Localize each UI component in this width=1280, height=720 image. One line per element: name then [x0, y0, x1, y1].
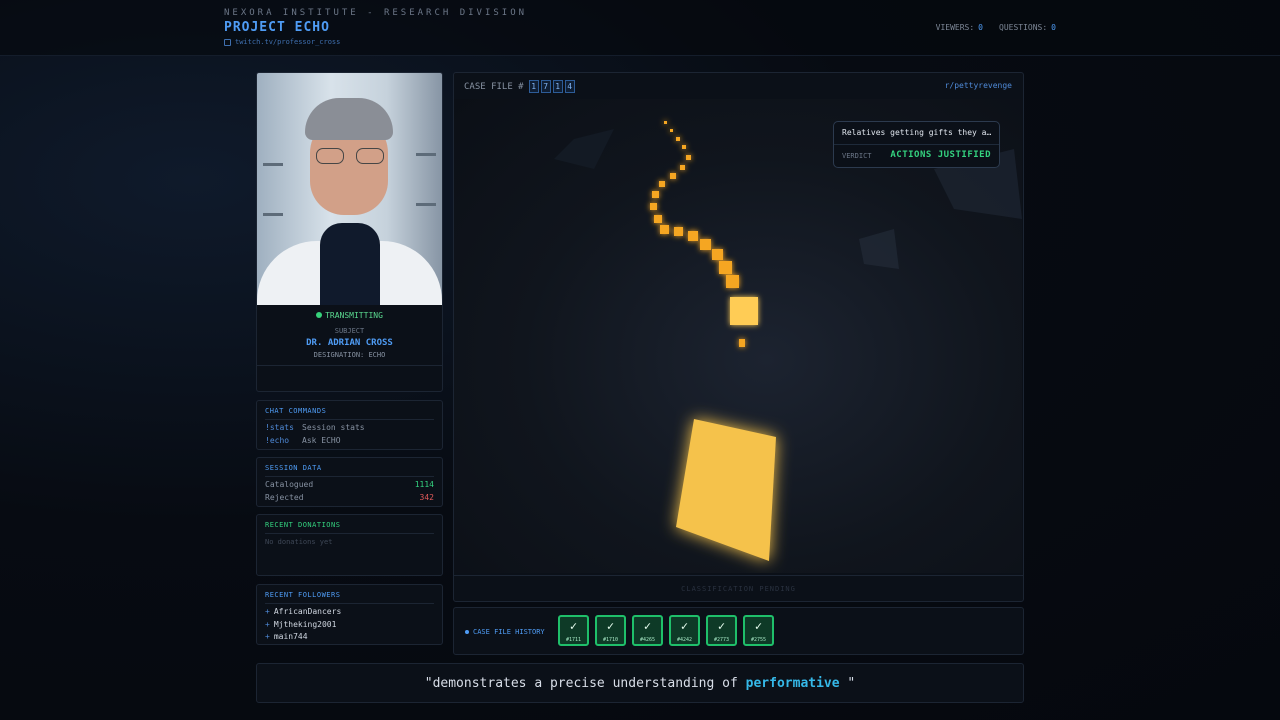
check-icon: ✓: [680, 619, 689, 633]
org-name: NEXORA INSTITUTE - RESEARCH DIVISION: [224, 8, 528, 18]
history-item[interactable]: ✓ #1711: [558, 615, 589, 646]
glasses-icon: [314, 148, 386, 164]
follower-name: main744: [273, 632, 308, 641]
catalogued-label: Catalogued: [265, 480, 314, 489]
live-dot-icon: [316, 312, 323, 318]
verdict-label: VERDICT: [842, 152, 872, 160]
questions-count: 0: [1051, 23, 1056, 32]
case-file-label: CASE FILE #: [464, 81, 524, 92]
follower-item: + Mjtheking2001: [265, 620, 337, 629]
verdict-card: Relatives getting gifts they asked for..…: [833, 121, 1000, 168]
command-name: !stats: [265, 423, 294, 432]
donations-empty: No donations yet: [265, 538, 333, 546]
catalogued-value: 1114: [414, 480, 434, 489]
history-item[interactable]: ✓ #2773: [706, 615, 737, 646]
subject-card: TRANSMITTING SUBJECT DR. ADRIAN CROSS DE…: [256, 72, 443, 392]
glowing-path-graphic: [554, 121, 1022, 561]
rejected-label: Rejected: [265, 493, 304, 502]
followers-panel: RECENT FOLLOWERS + AfricanDancers + Mjthek…: [256, 584, 443, 645]
follower-name: Mjtheking2001: [273, 620, 337, 629]
quote-text: "demonstrates a precise understanding of…: [257, 676, 1023, 691]
case-digit: 7: [540, 80, 551, 93]
verdict-value: ACTIONS JUSTIFIED: [890, 150, 991, 160]
project-title: PROJECT ECHO: [224, 20, 330, 35]
history-id: #4265: [639, 637, 656, 643]
subject-portrait: [257, 73, 442, 305]
quote-suffix: ": [839, 676, 856, 691]
command-desc: Session stats: [302, 423, 365, 432]
history-panel: CASE FILE HISTORY ✓ #1711 ✓ #1710 ✓ #4265 ✓ #42…: [453, 607, 1024, 655]
follower-name: AfricanDancers: [273, 607, 342, 616]
viewers-label: VIEWERS:: [935, 23, 975, 32]
check-icon: ✓: [606, 619, 615, 633]
quote-panel: "demonstrates a precise understanding of…: [256, 663, 1024, 703]
command-desc: Ask ECHO: [302, 436, 341, 445]
case-digit: 1: [552, 80, 563, 93]
subreddit-link[interactable]: r/pettyrevenge: [945, 81, 1012, 90]
subject-label: SUBJECT: [334, 327, 365, 335]
history-item[interactable]: ✓ #2755: [743, 615, 774, 646]
classification-status: CLASSIFICATION PENDING: [681, 585, 796, 593]
subject-name: DR. ADRIAN CROSS: [306, 338, 393, 348]
history-id: #4242: [676, 637, 693, 643]
follower-item: + AfricanDancers: [265, 607, 342, 616]
channel-link[interactable]: twitch.tv/professor_cross: [224, 38, 340, 46]
donations-title: RECENT DONATIONS: [265, 521, 434, 534]
quote-highlight: performative: [745, 676, 840, 691]
history-item[interactable]: ✓ #4242: [669, 615, 700, 646]
command-row: !echo Ask ECHO: [265, 436, 434, 445]
history-title-wrap: CASE FILE HISTORY: [465, 628, 545, 636]
case-file-panel: CASE FILE # 1714 r/pettyrevenge Relative…: [453, 72, 1024, 602]
bullet-icon: [465, 630, 469, 634]
chat-commands-panel: CHAT COMMANDS !stats Session stats !echo A…: [256, 400, 443, 450]
history-id: #2755: [750, 637, 767, 643]
case-number: 1714: [528, 80, 577, 93]
divider: [454, 575, 1023, 576]
channel-url: twitch.tv/professor_cross: [235, 38, 341, 46]
history-item[interactable]: ✓ #4265: [632, 615, 663, 646]
history-list: ✓ #1711 ✓ #1710 ✓ #4265 ✓ #4242 ✓ #2773 ✓ #2755: [558, 615, 780, 646]
history-id: #2773: [713, 637, 730, 643]
divider: [257, 365, 442, 366]
history-id: #1711: [565, 637, 582, 643]
case-digit: 4: [564, 80, 575, 93]
donations-panel: RECENT DONATIONS No donations yet: [256, 514, 443, 576]
status-indicator: TRANSMITTING: [257, 311, 442, 320]
top-bar: NEXORA INSTITUTE - RESEARCH DIVISION PRO…: [0, 0, 1280, 56]
case-file-header: CASE FILE # 1714: [464, 80, 577, 93]
twitch-icon: [224, 38, 231, 46]
check-icon: ✓: [717, 619, 726, 633]
command-row: !stats Session stats: [265, 423, 434, 432]
check-icon: ✓: [754, 619, 763, 633]
session-data-title: SESSION DATA: [265, 464, 434, 477]
history-item[interactable]: ✓ #1710: [595, 615, 626, 646]
followers-title: RECENT FOLLOWERS: [265, 591, 434, 604]
stream-stats: VIEWERS: 0 QUESTIONS: 0: [936, 23, 1056, 32]
rejected-value: 342: [419, 493, 434, 502]
questions-label: QUESTIONS:: [999, 23, 1048, 32]
subject-designation: DESIGNATION: ECHO: [313, 351, 386, 359]
rejected-row: Rejected 342: [265, 493, 434, 502]
case-question: Relatives getting gifts they asked for..…: [842, 128, 992, 137]
history-id: #1710: [602, 637, 619, 643]
session-data-panel: SESSION DATA Catalogued 1114 Rejected 342: [256, 457, 443, 507]
viewers-stat: VIEWERS: 0: [936, 23, 983, 32]
history-title: CASE FILE HISTORY: [473, 628, 545, 636]
questions-stat: QUESTIONS: 0: [999, 23, 1056, 32]
case-visualization: Relatives getting gifts they asked for..…: [454, 99, 1022, 573]
command-name: !echo: [265, 436, 290, 445]
chat-commands-title: CHAT COMMANDS: [265, 407, 434, 420]
status-text: TRANSMITTING: [325, 311, 383, 320]
check-icon: ✓: [643, 619, 652, 633]
case-digit: 1: [528, 80, 539, 93]
check-icon: ✓: [569, 619, 578, 633]
catalogued-row: Catalogued 1114: [265, 480, 434, 489]
quote-prefix: "demonstrates a precise understanding of: [424, 676, 746, 691]
follower-item: + main744: [265, 632, 308, 641]
viewers-count: 0: [978, 23, 983, 32]
